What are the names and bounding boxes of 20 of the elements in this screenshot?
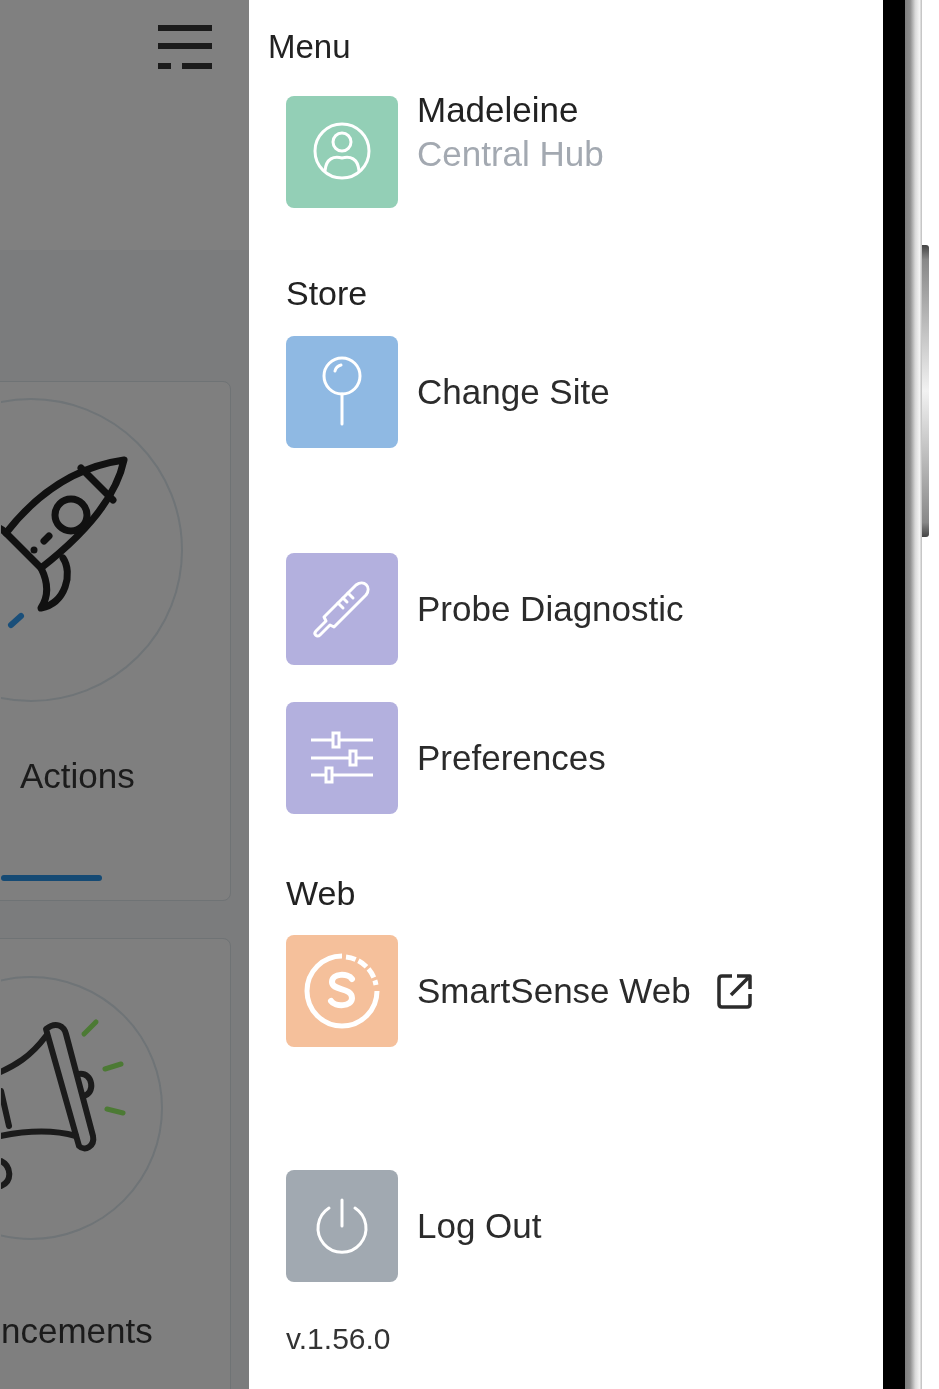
menu-item[interactable]: Probe Diagnostic xyxy=(286,553,684,665)
thermometer-icon xyxy=(286,553,398,665)
pin-icon xyxy=(286,336,398,448)
menu-item[interactable]: Change Site xyxy=(286,336,610,448)
sliders-icon xyxy=(286,702,398,814)
menu-icon[interactable] xyxy=(158,25,212,69)
drawer-title: Menu xyxy=(268,29,351,65)
user-name: Madeleine xyxy=(417,89,580,131)
section-heading: Store xyxy=(286,276,368,310)
version-label: v.1.56.0 xyxy=(286,1323,391,1355)
site-name: Central Hub xyxy=(417,133,604,175)
card-title: Actions xyxy=(20,756,135,796)
menu-item[interactable]: Preferences xyxy=(286,702,606,814)
menu-item[interactable]: SmartSense Web xyxy=(286,935,753,1047)
s-logo-icon xyxy=(286,935,398,1047)
user-icon xyxy=(286,96,398,208)
menu-item[interactable]: Log Out xyxy=(286,1170,542,1282)
power-icon xyxy=(286,1170,398,1282)
section-heading: Web xyxy=(286,876,356,910)
card-title: ncements xyxy=(1,1311,153,1351)
